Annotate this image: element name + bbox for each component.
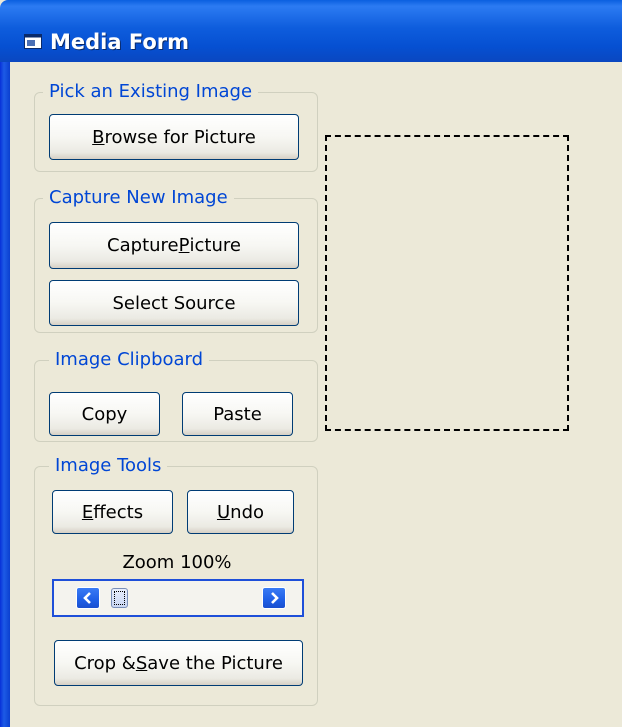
browse-for-picture-button[interactable]: Browse for Picture (49, 114, 299, 160)
zoom-label: Zoom 100% (122, 552, 232, 573)
effects-button[interactable]: Effects (52, 490, 173, 534)
undo-button[interactable]: Undo (187, 490, 294, 534)
zoom-scrollbar[interactable] (52, 579, 304, 617)
group-label: Capture New Image (43, 187, 234, 209)
chevron-left-icon (83, 592, 91, 604)
scroll-right-button[interactable] (262, 587, 286, 609)
chevron-right-icon (271, 592, 279, 604)
window-title: Media Form (50, 30, 190, 54)
select-source-button[interactable]: Select Source (49, 280, 299, 326)
scroll-left-button[interactable] (76, 587, 100, 609)
media-form-window: Media Form Pick an Existing Image Browse… (0, 0, 622, 727)
copy-button[interactable]: Copy (49, 392, 160, 436)
group-label: Image Tools (49, 455, 168, 477)
window-left-border (0, 62, 10, 727)
capture-picture-button[interactable]: Capture Picture (49, 222, 299, 269)
picture-preview-box (325, 135, 569, 431)
title-bar[interactable]: Media Form (0, 0, 622, 62)
group-label: Pick an Existing Image (43, 81, 259, 103)
scroll-thumb[interactable] (110, 588, 128, 608)
form-window-icon (24, 34, 42, 49)
crop-and-save-button[interactable]: Crop & Save the Picture (54, 640, 303, 686)
paste-button[interactable]: Paste (182, 392, 293, 436)
group-label: Image Clipboard (49, 349, 210, 371)
